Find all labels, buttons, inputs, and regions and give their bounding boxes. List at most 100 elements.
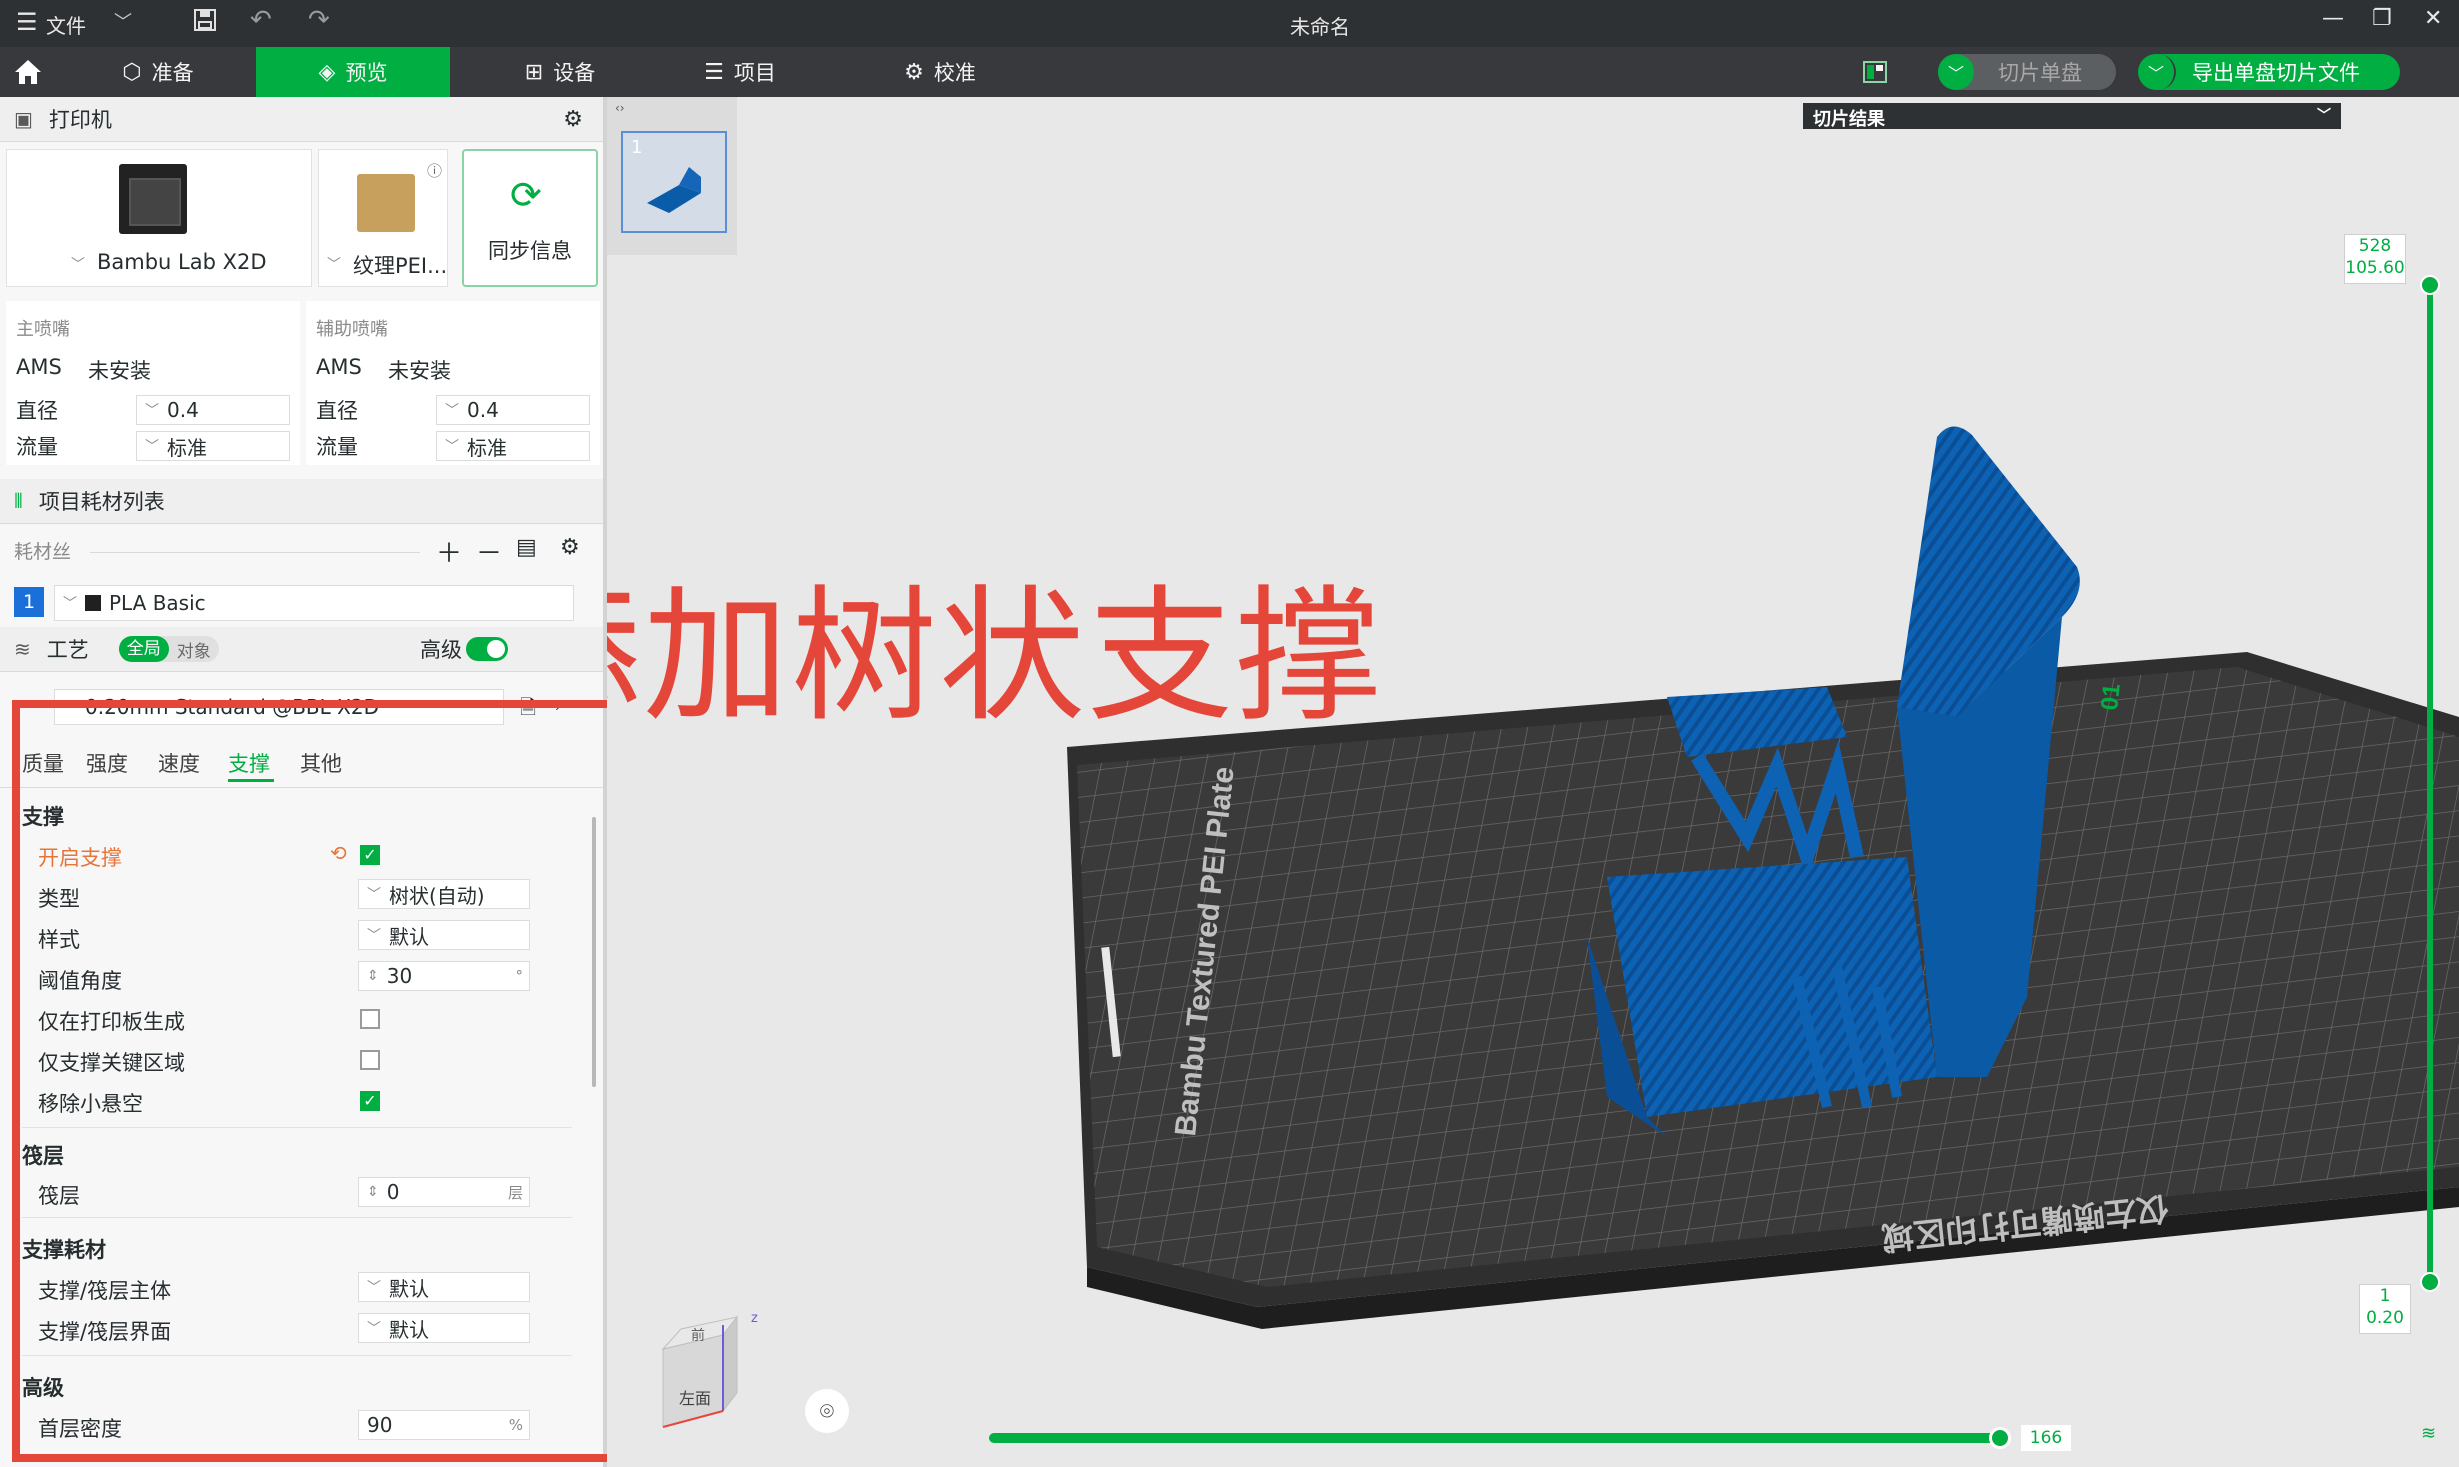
search-icon[interactable]: ⌕ (556, 691, 568, 716)
support-style-select[interactable]: ﹀ 默认 (358, 920, 530, 950)
redo-icon[interactable]: ↷ (308, 5, 330, 35)
sync-icon: ⟳ (510, 173, 542, 217)
filament-manage-icon[interactable]: ▤ (516, 535, 537, 560)
global-object-toggle[interactable]: 全局 对象 (118, 636, 219, 662)
group-support-title: 支撑 (22, 805, 64, 829)
tab-others[interactable]: 其他 (300, 748, 342, 778)
tab-preview[interactable]: ◈ 预览 (256, 47, 450, 97)
printer-selector[interactable]: ﹀ Bambu Lab X2D (6, 149, 312, 287)
save-icon[interactable]: 🗎 (520, 693, 536, 727)
aux-nozzle-flow-select[interactable]: ﹀ 标准 (436, 431, 590, 461)
filament-section-header: ⦀ 项目耗材列表 (0, 479, 603, 524)
tab-support[interactable]: 支撑 (228, 748, 270, 778)
gcode-move-handle[interactable] (1989, 1427, 2011, 1449)
tab-device[interactable]: ⊞ 设备 (470, 47, 650, 97)
minimize-icon[interactable]: — (2322, 6, 2344, 31)
info-icon[interactable]: ⓘ (427, 160, 442, 181)
plate-image (357, 174, 415, 232)
close-icon[interactable]: ✕ (2424, 6, 2442, 31)
device-icon: ⊞ (524, 59, 544, 85)
aux-nozzle-diameter-select[interactable]: ﹀ 0.4 (436, 395, 590, 425)
divider (90, 552, 420, 553)
tab-calibration[interactable]: ⚙ 校准 (850, 47, 1030, 97)
gear-icon[interactable]: ⚙ (560, 535, 580, 560)
remove-small-overhangs-checkbox[interactable]: ✓ (360, 1091, 380, 1111)
chevron-down-icon[interactable]: ﹀ (1938, 54, 1974, 90)
critical-regions-only-checkbox[interactable] (360, 1050, 380, 1070)
spinner-icon[interactable]: ⇕ (367, 968, 379, 984)
settings-scrollbar[interactable] (592, 817, 596, 1087)
tab-project[interactable]: ☰ 项目 (650, 47, 830, 97)
build-plate-only-checkbox[interactable] (360, 1009, 380, 1029)
chevron-down-icon: ﹀ (71, 257, 85, 273)
3d-viewport[interactable]: ‹› 1 切片结果 ﹀ Bambu Textured PEI Plate 仅左喷… (607, 97, 2459, 1467)
first-layer-density-input[interactable]: 90 % (358, 1410, 530, 1440)
filament-color-swatch (85, 595, 101, 611)
divider (0, 787, 603, 788)
chevron-down-icon[interactable]: ﹀ (114, 8, 132, 34)
save-icon[interactable] (192, 7, 218, 38)
camera-focus-icon: ⌾ (819, 1397, 835, 1425)
layers-icon: ◈ (318, 59, 336, 85)
gear-icon: ⚙ (904, 59, 924, 85)
filament-icon: ⦀ (14, 489, 23, 513)
layer-slider-top-handle[interactable] (2420, 275, 2440, 295)
gear-icon[interactable]: ⚙ (563, 107, 583, 132)
filament-select[interactable]: ﹀ PLA Basic (54, 585, 574, 621)
enable-support-checkbox[interactable]: ✓ (360, 845, 380, 865)
hamburger-icon[interactable]: ☰ (16, 8, 38, 36)
build-plate-scene: Bambu Textured PEI Plate 仅左喷嘴可打印区域 01 (1067, 426, 2459, 1329)
group-raft-title: 筏层 (22, 1144, 64, 1168)
file-menu[interactable]: 文件 (46, 10, 86, 39)
main-nozzle-diameter-select[interactable]: ﹀ 0.4 (136, 395, 290, 425)
export-gcode-button[interactable]: ﹀ 导出单盘切片文件 (2138, 54, 2400, 90)
chevron-down-icon[interactable]: ﹀ (2138, 54, 2176, 90)
plate-selector[interactable]: ⓘ ﹀ 纹理PEI... (318, 149, 448, 287)
process-preset-select[interactable]: ﹀ 0.20mm Standard @BBL X2D (54, 689, 504, 725)
home-button[interactable] (0, 47, 56, 97)
layers-icon[interactable]: ≋ (2421, 1423, 2436, 1444)
settings-sidebar: ▣ 打印机 ⚙ ﹀ Bambu Lab X2D ⓘ ﹀ 纹理PEI... ⟳ 同… (0, 97, 607, 1467)
layer-top-readout: 528 105.60 (2344, 234, 2406, 284)
list-icon: ☰ (704, 59, 724, 85)
gcode-move-slider[interactable] (989, 1433, 1997, 1443)
tab-strength[interactable]: 强度 (86, 748, 128, 778)
window-title: 未命名 (1290, 15, 1350, 39)
layer-slider-bottom-handle[interactable] (2420, 1272, 2440, 1292)
printer-icon: ▣ (14, 107, 33, 131)
restore-icon[interactable]: ❐ (2372, 6, 2392, 31)
undo-icon[interactable]: ↶ (250, 5, 272, 35)
main-nozzle-flow-select[interactable]: ﹀ 标准 (136, 431, 290, 461)
tab-speed[interactable]: 速度 (158, 748, 200, 778)
layout-icon[interactable] (1862, 59, 1888, 85)
view-cube[interactable]: 左面 前 z (651, 1311, 765, 1441)
raft-layers-input[interactable]: ⇕ 0 层 (358, 1177, 530, 1207)
home-icon (15, 60, 41, 84)
add-icon[interactable]: ＋ (436, 533, 462, 570)
gcode-move-readout: 166 (2021, 1425, 2071, 1451)
divider (22, 1127, 572, 1128)
active-tab-indicator (228, 779, 274, 782)
filament-slot-number[interactable]: 1 (14, 587, 44, 617)
group-support-filament-title: 支撑耗材 (22, 1238, 106, 1262)
printer-section-header: ▣ 打印机 ⚙ (0, 97, 603, 142)
tab-quality[interactable]: 质量 (22, 748, 64, 778)
slice-plate-button[interactable]: ﹀ 切片单盘 (1938, 54, 2116, 90)
spinner-icon[interactable]: ⇕ (367, 1184, 379, 1200)
advanced-toggle[interactable] (466, 637, 508, 661)
tab-prepare[interactable]: ⬡ 准备 (68, 47, 248, 97)
threshold-angle-input[interactable]: ⇕ 30 ° (358, 961, 530, 991)
layer-slider-track[interactable] (2427, 283, 2433, 1283)
fit-view-button[interactable]: ⌾ (805, 1389, 849, 1433)
sync-info-button[interactable]: ⟳ 同步信息 (462, 149, 598, 287)
group-advanced-title: 高级 (22, 1376, 64, 1400)
printer-image (119, 164, 187, 234)
main-nozzle-card: 主喷嘴 AMS 未安装 直径 ﹀ 0.4 流量 ﹀ 标准 (6, 301, 300, 465)
chevron-down-icon: ﹀ (327, 257, 341, 273)
remove-icon[interactable]: － (476, 533, 502, 570)
support-type-select[interactable]: ﹀ 树状(自动) (358, 879, 530, 909)
reset-icon[interactable]: ⟲ (330, 841, 347, 865)
plate-number-text: 01 (2096, 682, 2126, 711)
support-interface-filament-select[interactable]: ﹀ 默认 (358, 1313, 530, 1343)
support-base-filament-select[interactable]: ﹀ 默认 (358, 1272, 530, 1302)
